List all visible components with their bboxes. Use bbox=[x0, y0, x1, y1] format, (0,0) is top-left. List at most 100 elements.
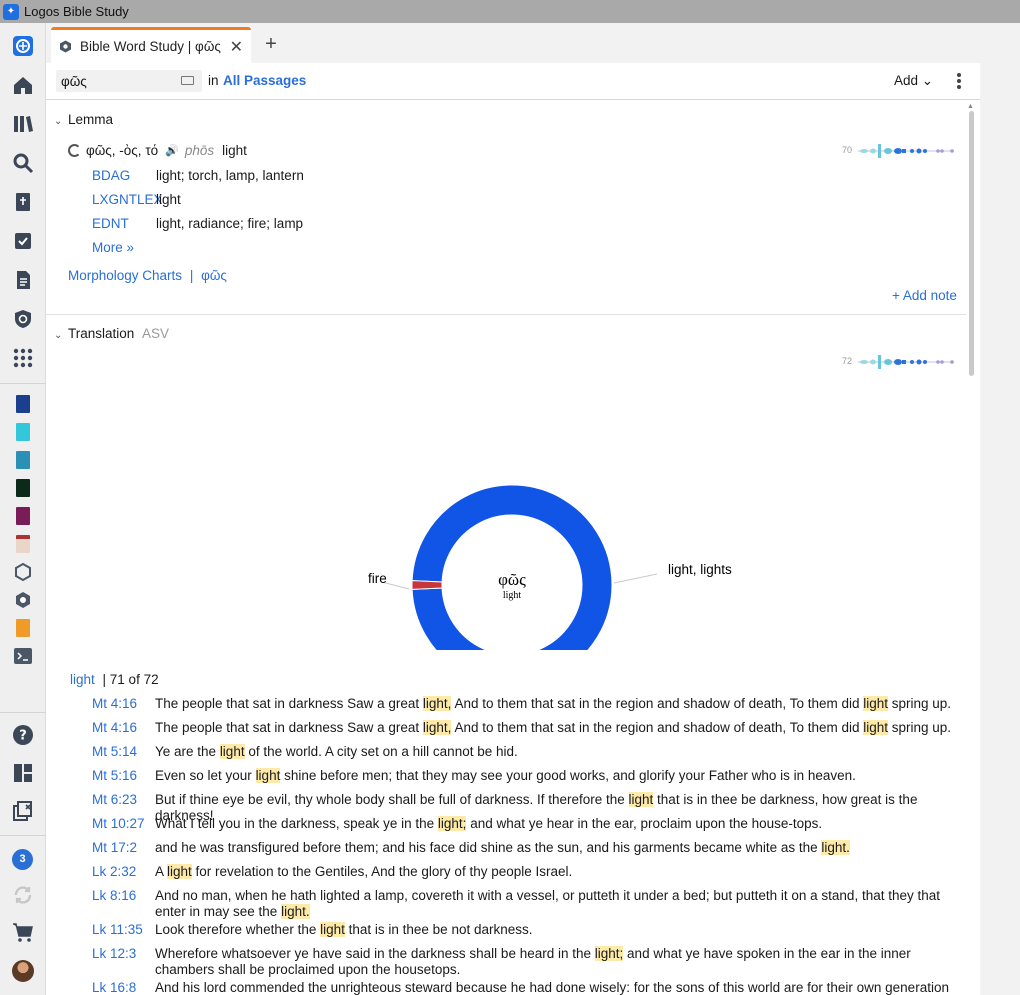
refresh-icon[interactable] bbox=[68, 144, 81, 157]
notifications-badge[interactable]: 3 bbox=[12, 849, 33, 870]
donut-slice-fire[interactable] bbox=[411, 580, 443, 590]
apps-grid-icon[interactable] bbox=[11, 346, 35, 370]
verse-reference-link[interactable]: Mt 5:14 bbox=[92, 744, 137, 760]
lexicon-row: LXGNTLEXlight bbox=[92, 192, 181, 207]
highlighted-term[interactable]: light bbox=[628, 792, 654, 807]
highlighted-term[interactable]: light. bbox=[821, 840, 850, 855]
lemma-gloss: light bbox=[222, 143, 247, 158]
highlighted-term[interactable]: light; bbox=[437, 816, 467, 831]
verse-reference-link[interactable]: Mt 17:2 bbox=[92, 840, 137, 856]
lemma-headword[interactable]: φῶς, -ὸς, τό bbox=[86, 143, 158, 158]
verse-text: A light for revelation to the Gentiles, … bbox=[155, 864, 961, 880]
all-passages-link[interactable]: All Passages bbox=[223, 73, 306, 88]
panel-menu-icon[interactable] bbox=[954, 71, 964, 91]
highlighted-term[interactable]: light, bbox=[422, 720, 452, 735]
library-icon[interactable] bbox=[11, 112, 35, 136]
add-button[interactable]: Add ⌄ bbox=[894, 73, 933, 89]
highlighted-term[interactable]: light, bbox=[422, 696, 452, 711]
documents-icon[interactable] bbox=[11, 268, 35, 292]
factbook-icon[interactable] bbox=[11, 307, 35, 331]
add-note-link[interactable]: + Add note bbox=[892, 288, 957, 303]
verse-reference-link[interactable]: Mt 5:16 bbox=[92, 768, 137, 784]
translation-donut-chart: φῶς light fire light, lights bbox=[336, 400, 756, 686]
right-gutter bbox=[980, 63, 1020, 995]
help-icon[interactable]: ? bbox=[11, 723, 35, 747]
verse-text: And his lord commended the unrighteous s… bbox=[155, 980, 961, 995]
verse-reference-link[interactable]: Mt 4:16 bbox=[92, 720, 137, 736]
scrollbar-thumb[interactable] bbox=[969, 111, 974, 376]
book-cover-icon[interactable] bbox=[16, 395, 30, 413]
verse-reference-link[interactable]: Mt 6:23 bbox=[92, 792, 137, 808]
word-study-tab-icon bbox=[60, 40, 71, 53]
verse-reference-link[interactable]: Mt 4:16 bbox=[92, 696, 137, 712]
word-search-input[interactable] bbox=[56, 70, 174, 92]
lemma-distribution-sparkline[interactable]: 70 bbox=[842, 143, 954, 159]
scroll-up-arrow-icon[interactable]: ▲ bbox=[967, 103, 974, 110]
chevron-down-icon: ⌄ bbox=[54, 330, 63, 341]
donut-label-light[interactable]: light, lights bbox=[668, 562, 732, 577]
more-lexicons-link[interactable]: More » bbox=[92, 240, 134, 255]
highlighted-term[interactable]: light bbox=[167, 864, 192, 879]
lexicon-link[interactable]: LXGNTLEX bbox=[92, 192, 163, 207]
morphology-charts-link[interactable]: Morphology Charts bbox=[68, 268, 182, 283]
book-cover-icon[interactable] bbox=[16, 479, 30, 497]
search-icon[interactable] bbox=[11, 151, 35, 175]
verse-text-segment: The people that sat in darkness Saw a gr… bbox=[155, 720, 423, 735]
verse-reference-link[interactable]: Lk 2:32 bbox=[92, 864, 136, 880]
hexagon-resource-icon[interactable] bbox=[11, 560, 35, 584]
morphology-word-link[interactable]: φῶς bbox=[201, 268, 227, 283]
morphology-row: Morphology Charts | φῶς bbox=[68, 268, 227, 283]
highlighted-term[interactable]: light bbox=[255, 768, 281, 783]
home-icon[interactable] bbox=[11, 73, 35, 97]
verse-reference-link[interactable]: Lk 12:3 bbox=[92, 946, 136, 962]
verse-text-segment: Wherefore whatsoever ye have said in the… bbox=[155, 946, 595, 961]
verse-text-segment: Ye are the bbox=[155, 744, 220, 759]
highlighted-term[interactable]: light; bbox=[594, 946, 624, 961]
sync-icon[interactable] bbox=[11, 883, 35, 907]
book-cover-icon[interactable] bbox=[16, 619, 30, 637]
verse-text: and he was transfigured before them; and… bbox=[155, 840, 961, 856]
tab-close-icon[interactable]: ✕ bbox=[230, 37, 243, 57]
keyboard-icon[interactable] bbox=[181, 76, 194, 85]
verse-reference-link[interactable]: Lk 16:8 bbox=[92, 980, 136, 995]
command-console-icon[interactable] bbox=[11, 644, 35, 668]
verse-reference-link[interactable]: Mt 10:27 bbox=[92, 816, 145, 832]
window-title: Logos Bible Study bbox=[24, 4, 129, 19]
logos-home-logo-icon[interactable] bbox=[11, 34, 35, 58]
verse-reference-link[interactable]: Lk 8:16 bbox=[92, 888, 136, 904]
highlighted-term[interactable]: light. bbox=[281, 904, 310, 919]
book-cover-icon[interactable] bbox=[16, 507, 30, 525]
lexicon-link[interactable]: BDAG bbox=[92, 168, 156, 183]
bible-icon[interactable] bbox=[11, 190, 35, 214]
highlighted-term[interactable]: light bbox=[863, 720, 888, 735]
layouts-icon[interactable] bbox=[11, 761, 35, 785]
donut-label-fire[interactable]: fire bbox=[368, 571, 387, 586]
highlighted-term[interactable]: light bbox=[863, 696, 888, 711]
close-panels-icon[interactable] bbox=[11, 799, 35, 823]
book-cover-icon[interactable] bbox=[16, 535, 30, 553]
user-avatar[interactable] bbox=[12, 960, 34, 982]
translation-distribution-sparkline[interactable]: 72 bbox=[842, 354, 954, 370]
verse-text-segment: for revelation to the Gentiles, And the … bbox=[191, 864, 573, 879]
lemma-section-header[interactable]: ⌄ Lemma bbox=[54, 112, 113, 127]
speaker-icon[interactable]: 🔊 bbox=[165, 144, 179, 157]
book-cover-icon[interactable] bbox=[16, 451, 30, 469]
verse-reference-link[interactable]: Lk 11:35 bbox=[92, 922, 143, 938]
translation-section-header[interactable]: ⌄ Translation ASV bbox=[54, 326, 169, 341]
results-term-link[interactable]: light bbox=[70, 672, 95, 687]
verse-text-segment: shine before men; that they may see your… bbox=[280, 768, 856, 783]
translation-version[interactable]: ASV bbox=[142, 326, 169, 341]
new-tab-button[interactable]: + bbox=[262, 33, 280, 56]
verse-text-segment: The people that sat in darkness Saw a gr… bbox=[155, 696, 423, 711]
verse-text-segment: spring up. bbox=[888, 720, 952, 735]
lexicon-link[interactable]: EDNT bbox=[92, 216, 156, 231]
highlighted-term[interactable]: light bbox=[320, 922, 345, 937]
tab-bible-word-study[interactable]: Bible Word Study | φῶς ✕ bbox=[51, 27, 251, 63]
donut-slice-light[interactable] bbox=[411, 484, 613, 686]
verse-text-segment: Look therefore whether the bbox=[155, 922, 321, 937]
highlighted-term[interactable]: light bbox=[219, 744, 245, 759]
tasks-icon[interactable] bbox=[11, 229, 35, 253]
cart-icon[interactable] bbox=[11, 920, 35, 944]
book-cover-icon[interactable] bbox=[16, 423, 30, 441]
word-study-resource-icon[interactable] bbox=[11, 588, 35, 612]
